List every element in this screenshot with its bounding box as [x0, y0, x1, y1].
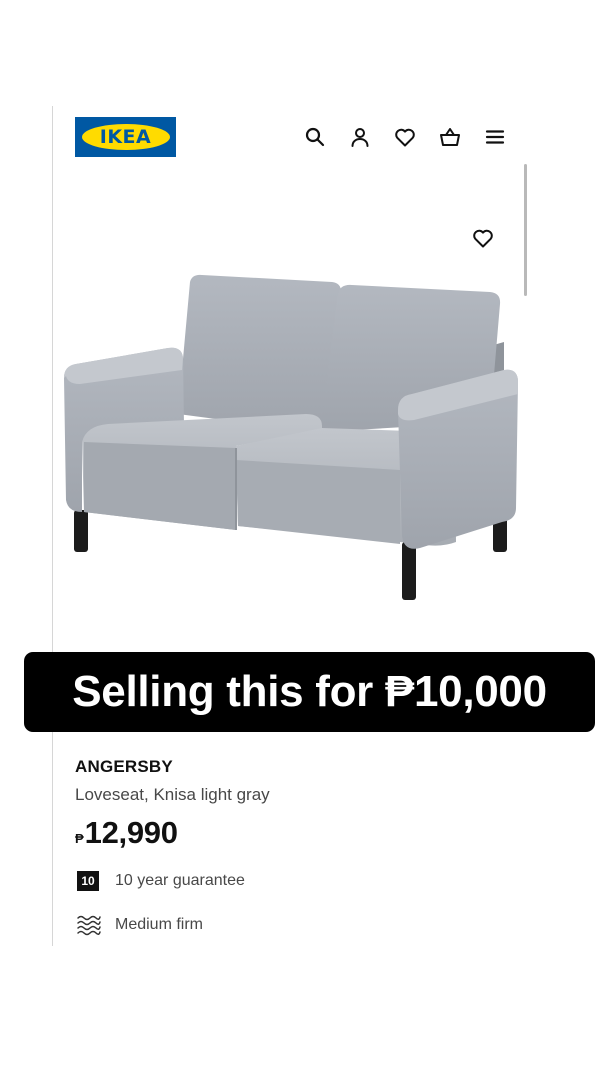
guarantee-badge-icon: 10: [77, 871, 99, 891]
caption-text: Selling this for ₱10,000: [72, 667, 547, 716]
left-divider: [52, 106, 53, 946]
profile-icon[interactable]: [348, 125, 372, 149]
search-icon[interactable]: [303, 125, 327, 149]
product-description: Loveseat, Knisa light gray: [75, 785, 270, 804]
guarantee-text[interactable]: 10 year guarantee: [115, 872, 245, 890]
firmness-wave-icon: [76, 914, 101, 936]
caption-overlay: Selling this for ₱10,000: [24, 652, 595, 732]
price-currency: ₱: [75, 831, 84, 846]
logo-text: IKEA: [99, 125, 152, 148]
product-price: ₱ 12,990: [75, 815, 178, 851]
ikea-logo[interactable]: IKEA: [75, 117, 176, 157]
price-amount: 12,990: [84, 815, 178, 850]
menu-icon[interactable]: [483, 125, 507, 149]
product-name[interactable]: ANGERSBY: [75, 757, 173, 777]
product-image: [64, 274, 518, 600]
logo-oval: IKEA: [81, 124, 170, 150]
heart-icon[interactable]: [393, 125, 417, 149]
favorite-heart-icon[interactable]: [471, 226, 495, 250]
basket-icon[interactable]: [438, 125, 462, 149]
firmness-text[interactable]: Medium firm: [115, 916, 203, 934]
